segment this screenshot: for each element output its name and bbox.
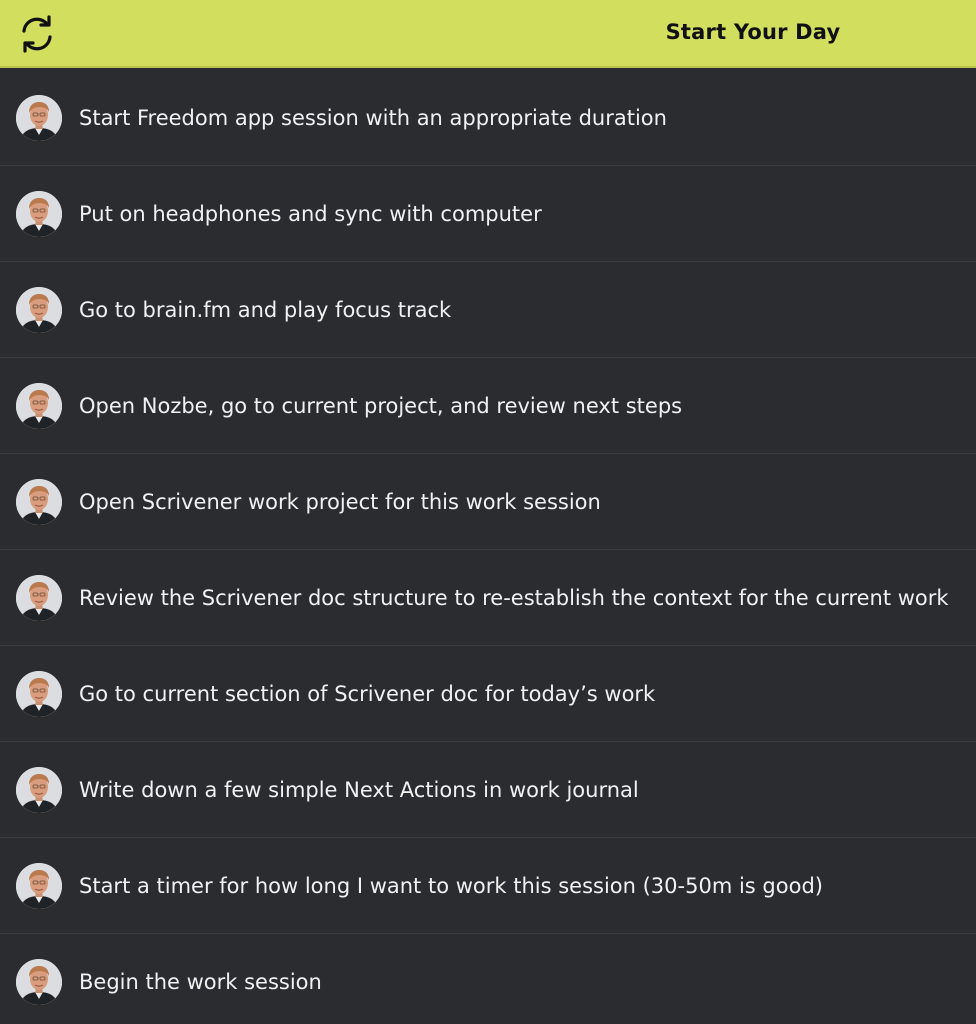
list-item-label: Put on headphones and sync with computer <box>79 202 542 226</box>
app-window: Start Your Day Start Freedom app session… <box>0 0 976 1024</box>
avatar <box>16 191 62 237</box>
page-title: Start Your Day <box>665 20 841 44</box>
avatar <box>16 671 62 717</box>
list-item-label: Begin the work session <box>79 970 322 994</box>
list-item-label: Go to brain.fm and play focus track <box>79 298 452 322</box>
list-item[interactable]: Open Nozbe, go to current project, and r… <box>0 358 976 454</box>
list-item-label: Open Scrivener work project for this wor… <box>79 490 601 514</box>
avatar <box>16 479 62 525</box>
refresh-button[interactable] <box>18 14 56 54</box>
list-item-label: Review the Scrivener doc structure to re… <box>79 586 949 610</box>
list-item[interactable]: Start Freedom app session with an approp… <box>0 70 976 166</box>
list-item[interactable]: Put on headphones and sync with computer <box>0 166 976 262</box>
list-item[interactable]: Write down a few simple Next Actions in … <box>0 742 976 838</box>
list-item[interactable]: Go to brain.fm and play focus track <box>0 262 976 358</box>
list-item-label: Start a timer for how long I want to wor… <box>79 874 823 898</box>
avatar <box>16 575 62 621</box>
list-item-label: Go to current section of Scrivener doc f… <box>79 682 656 706</box>
list-item[interactable]: Begin the work session <box>0 934 976 1024</box>
avatar <box>16 383 62 429</box>
avatar <box>16 95 62 141</box>
list-item[interactable]: Start a timer for how long I want to wor… <box>0 838 976 934</box>
list-item-label: Start Freedom app session with an approp… <box>79 106 667 130</box>
list-item-label: Open Nozbe, go to current project, and r… <box>79 394 683 418</box>
list-item[interactable]: Go to current section of Scrivener doc f… <box>0 646 976 742</box>
avatar <box>16 287 62 333</box>
avatar <box>16 959 62 1005</box>
checklist: Start Freedom app session with an approp… <box>0 70 976 1024</box>
avatar <box>16 863 62 909</box>
list-item-label: Write down a few simple Next Actions in … <box>79 778 639 802</box>
header-bar: Start Your Day <box>0 0 976 68</box>
avatar <box>16 767 62 813</box>
list-item[interactable]: Review the Scrivener doc structure to re… <box>0 550 976 646</box>
list-item[interactable]: Open Scrivener work project for this wor… <box>0 454 976 550</box>
refresh-icon <box>18 14 56 54</box>
